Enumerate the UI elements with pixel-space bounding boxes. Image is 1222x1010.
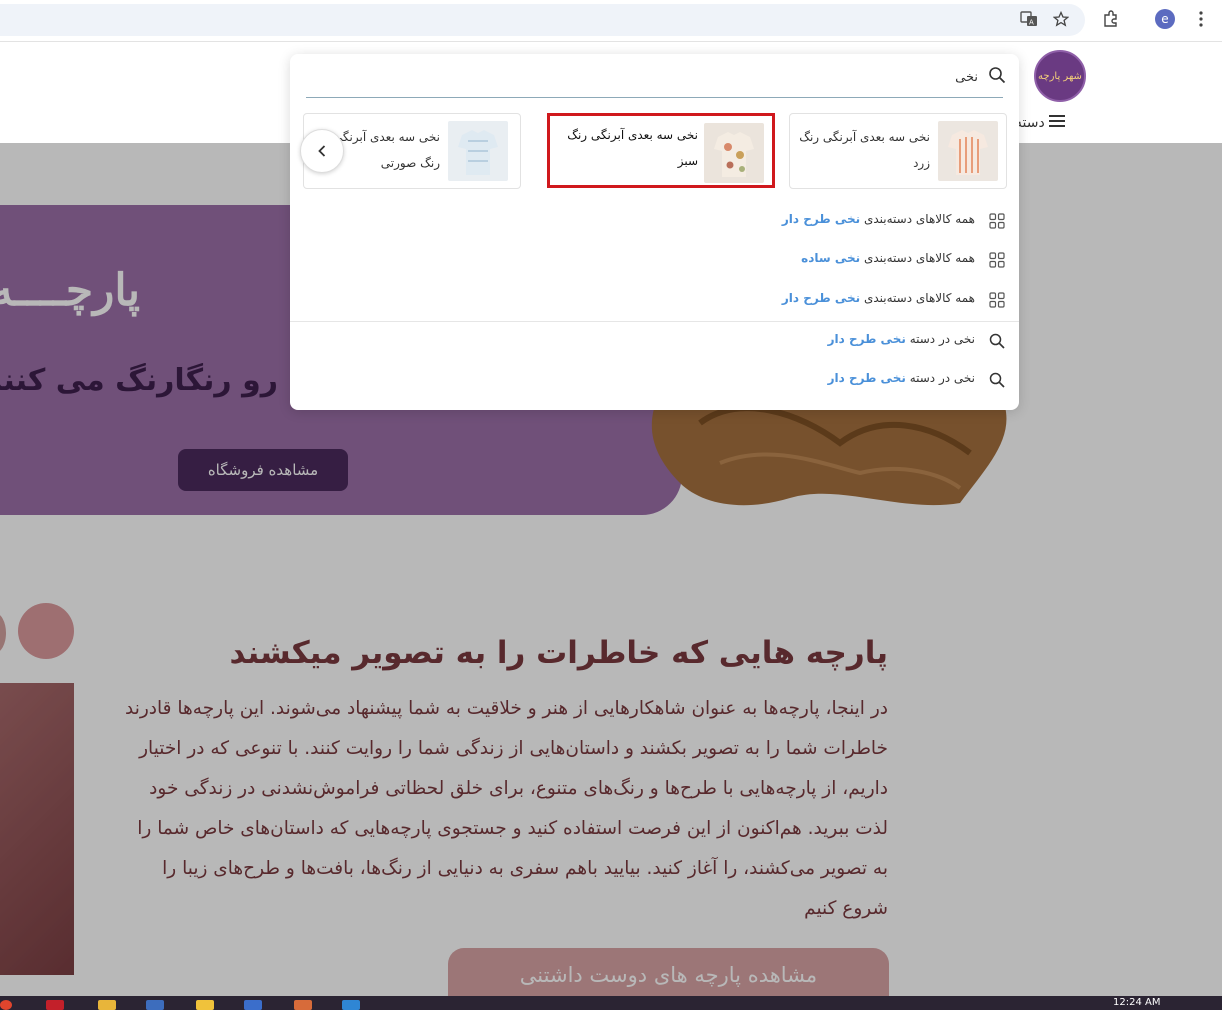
grid-icon	[989, 213, 1005, 229]
svg-text:A: A	[1029, 19, 1034, 27]
site-logo[interactable]: شهر پارچه	[1034, 50, 1086, 102]
taskbar-app-icon[interactable]	[98, 1000, 116, 1010]
product-image	[704, 123, 764, 183]
category-suggestion[interactable]: همه کالاهای دسته‌بندی نخی طرح دار	[290, 288, 1019, 312]
clock[interactable]: 12:24 AM	[1113, 997, 1160, 1008]
grid-icon	[989, 252, 1005, 268]
more-menu-icon[interactable]	[1190, 8, 1212, 30]
product-name: نخی سه بعدی آبرنگی رنگ سبز	[567, 128, 698, 168]
taskbar-app-icon[interactable]	[294, 1000, 312, 1010]
suggestion-highlight: نخی ساده	[801, 251, 861, 265]
suggestion-highlight: نخی طرح دار	[827, 371, 906, 385]
category-suggestion[interactable]: همه کالاهای دسته‌بندی نخی طرح دار	[290, 209, 1019, 233]
category-suggestion[interactable]: همه کالاهای دسته‌بندی نخی ساده	[290, 248, 1019, 272]
chevron-left-icon	[318, 145, 326, 157]
product-card[interactable]: نخی سه بعدی آبرنگی رنگ زرد	[789, 113, 1007, 189]
carousel-prev-button[interactable]	[300, 129, 344, 173]
search-icon	[989, 333, 1005, 349]
taskbar-app-icon[interactable]	[146, 1000, 164, 1010]
category-menu-label: دسته	[1015, 115, 1045, 131]
hamburger-icon	[1048, 114, 1065, 132]
suggestion-prefix: همه کالاهای دسته‌بندی	[863, 212, 975, 226]
browser-toolbar: A e	[0, 0, 1222, 42]
divider	[290, 321, 1019, 322]
address-bar[interactable]	[0, 4, 1085, 36]
logo-text: شهر پارچه	[1038, 70, 1082, 82]
search-icon[interactable]	[988, 66, 1006, 84]
taskbar-app-icon[interactable]	[244, 1000, 262, 1010]
taskbar-app-icon[interactable]	[342, 1000, 360, 1010]
search-box	[306, 54, 1006, 98]
profile-initial: e	[1161, 12, 1169, 26]
product-card-selected[interactable]: نخی سه بعدی آبرنگی رنگ سبز	[547, 113, 775, 188]
suggestion-prefix: نخی در دسته	[909, 371, 975, 385]
suggestion-highlight: نخی طرح دار	[781, 291, 861, 305]
product-image	[448, 121, 508, 181]
search-dropdown: نخی سه بعدی آبرنگی رنگ زرد نخی سه بعدی آ…	[290, 54, 1019, 410]
product-name: نخی سه بعدی آبرنگی رنگ زرد	[799, 130, 930, 170]
search-icon	[989, 372, 1005, 388]
taskbar-app-icon[interactable]	[196, 1000, 214, 1010]
query-suggestion[interactable]: نخی در دسته نخی طرح دار	[290, 329, 1019, 353]
suggestion-prefix: همه کالاهای دسته‌بندی	[863, 291, 975, 305]
taskbar-app-icon[interactable]	[0, 1000, 12, 1010]
taskbar: 12:24 AM	[0, 996, 1222, 1010]
profile-avatar[interactable]: e	[1155, 9, 1175, 29]
grid-icon	[989, 292, 1005, 308]
category-menu[interactable]: دسته	[1015, 113, 1065, 133]
translate-icon[interactable]: A	[1018, 8, 1040, 30]
query-suggestion[interactable]: نخی در دسته نخی طرح دار	[290, 368, 1019, 392]
extensions-icon[interactable]	[1100, 8, 1122, 30]
suggestion-prefix: همه کالاهای دسته‌بندی	[863, 251, 975, 265]
suggestion-highlight: نخی طرح دار	[781, 212, 861, 226]
suggestion-highlight: نخی طرح دار	[827, 332, 906, 346]
bookmark-star-icon[interactable]	[1050, 8, 1072, 30]
taskbar-app-icon[interactable]	[46, 1000, 64, 1010]
search-input[interactable]	[306, 63, 978, 91]
product-image	[938, 121, 998, 181]
suggestion-prefix: نخی در دسته	[909, 332, 975, 346]
